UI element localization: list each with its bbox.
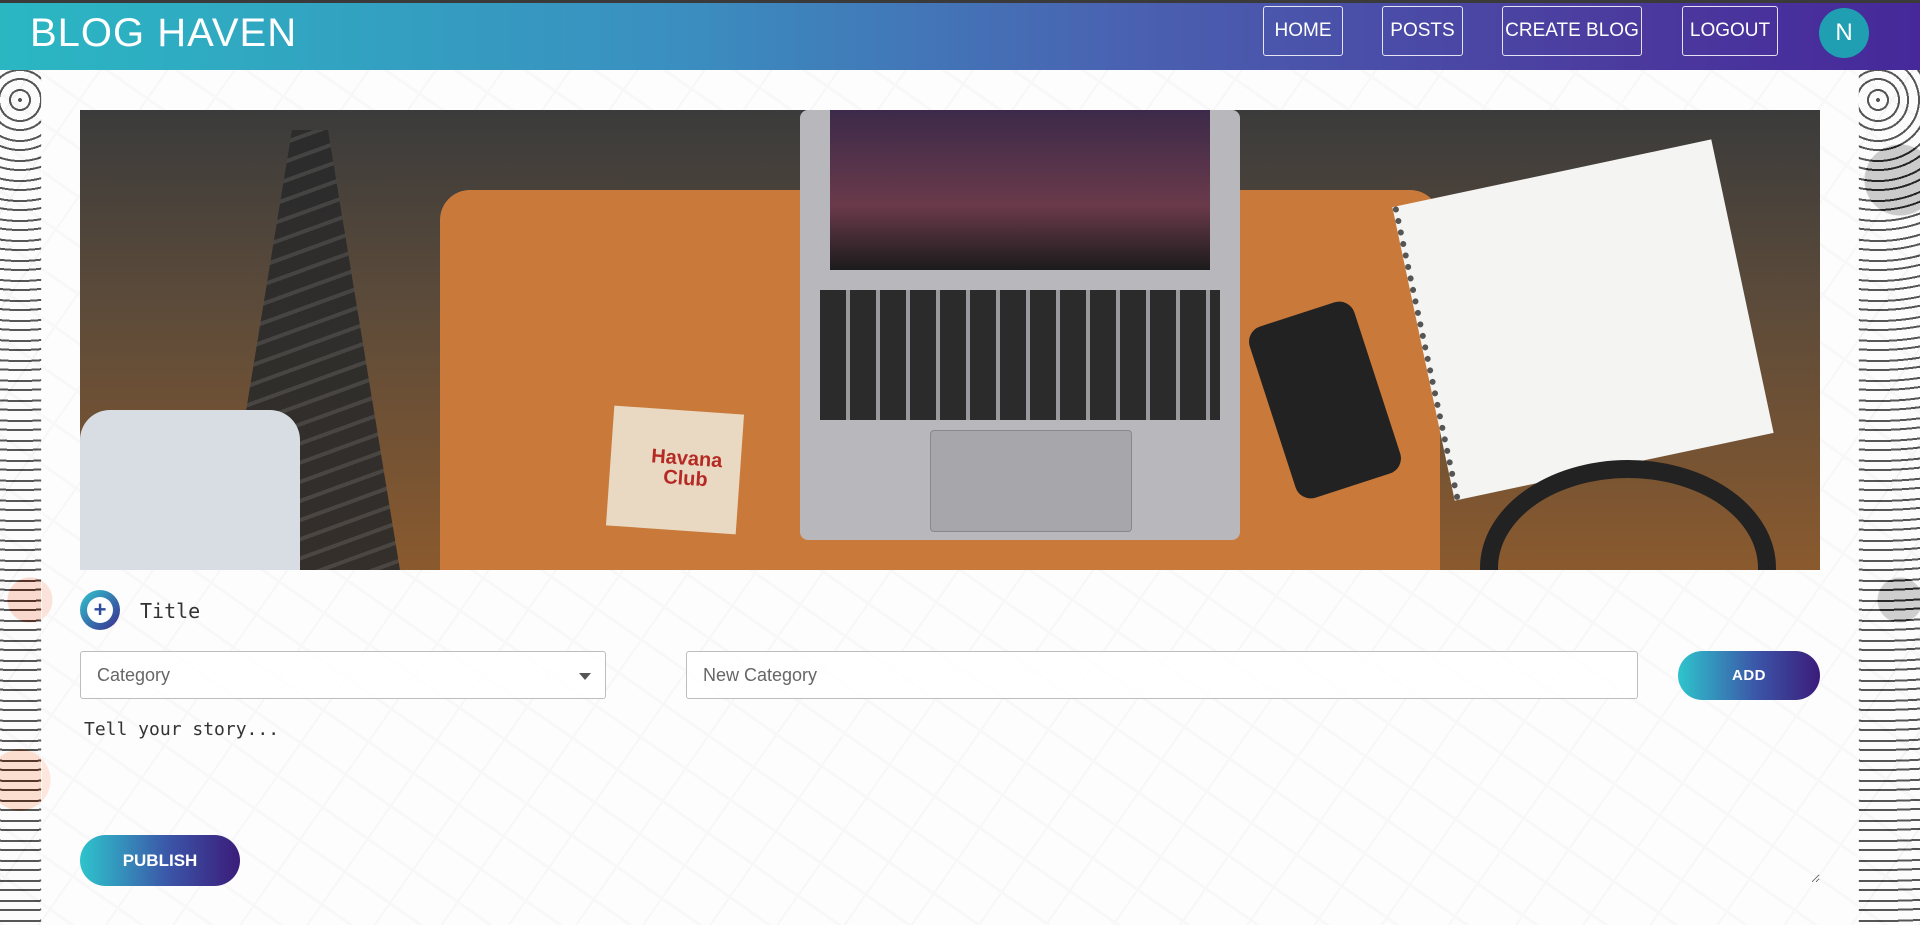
add-cover-image-button[interactable]: + [80, 590, 120, 630]
category-select[interactable]: Category [80, 651, 606, 699]
new-category-input[interactable] [686, 651, 1638, 699]
category-selected-value: Category [97, 664, 171, 685]
publish-button[interactable]: PUBLISH [80, 835, 240, 886]
laptop-screen [830, 110, 1210, 270]
story-textarea[interactable] [80, 717, 1820, 883]
bottle [80, 410, 300, 570]
cover-image: Havana Club [80, 110, 1820, 570]
navbar: BLOG HAVEN HOME POSTS CREATE BLOG LOGOUT… [0, 0, 1920, 70]
nav-home-button[interactable]: HOME [1263, 6, 1343, 56]
notebook [1392, 139, 1774, 501]
nav-logout-button[interactable]: LOGOUT [1682, 6, 1778, 56]
brand-logo[interactable]: BLOG HAVEN [30, 11, 297, 56]
nav-create-blog-button[interactable]: CREATE BLOG [1502, 6, 1642, 56]
plus-icon: + [87, 597, 113, 623]
background-doodle-right [1858, 70, 1920, 925]
title-input[interactable] [138, 592, 742, 630]
laptop-keyboard [820, 290, 1220, 420]
laptop [800, 110, 1240, 540]
chevron-down-icon [579, 673, 591, 680]
coaster: Havana Club [605, 405, 745, 535]
nav-posts-button[interactable]: POSTS [1382, 6, 1463, 56]
background-doodle-left [0, 70, 42, 925]
add-category-button[interactable]: ADD [1678, 651, 1820, 700]
create-blog-panel: Havana Club + Category ADD PUBLISH [41, 70, 1859, 925]
user-avatar[interactable]: N [1819, 8, 1869, 58]
laptop-trackpad [930, 430, 1132, 532]
coaster-text: Havana Club [650, 445, 724, 492]
